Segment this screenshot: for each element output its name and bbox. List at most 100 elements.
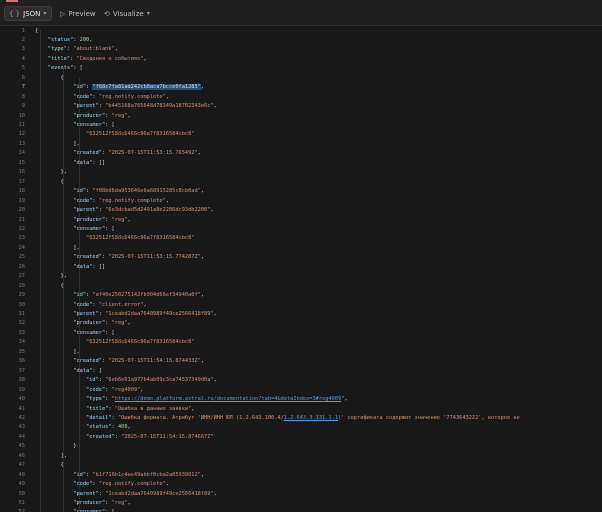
line-number: 27: [18, 273, 25, 280]
line-code: "created": "2025-07-15T11:53:15.765492",: [35, 149, 201, 159]
code-token: ],: [35, 244, 80, 251]
line-code: "id": "6eb6e61a977b4ab09c3ca74537349d0a"…: [35, 376, 217, 386]
code-line: 1{: [0, 27, 602, 37]
line-number: 49: [18, 481, 25, 488]
code-token: "Ошибка в данных заявки": [114, 405, 192, 412]
code-token: "parent": [73, 103, 99, 110]
code-line: 52 "consumer": [: [0, 508, 602, 512]
code-token: ,: [213, 490, 217, 497]
code-line: 44 "created": "2025-07-15T11:54:15.87466…: [0, 433, 602, 443]
line-number: 33: [18, 329, 25, 336]
code-token: : [: [105, 329, 115, 336]
code-token: "2025-07-15T11:54:15.874433Z": [108, 358, 201, 365]
code-line: 5 "events": [: [0, 64, 602, 74]
line-number: 4: [21, 55, 25, 62]
code-line: 19 "code": "reg.notify.complete",: [0, 197, 602, 207]
code-line: 37 "data": [: [0, 367, 602, 377]
code-line: 33 "consumer": [: [0, 329, 602, 339]
line-number: 43: [18, 424, 25, 431]
line-number: 46: [18, 452, 25, 459]
code-line: 8 "code": "reg.notify.complete",: [0, 93, 602, 103]
code-token: : [: [73, 65, 83, 72]
code-token: "632512f58dc6466c96a7f8316584cbc8": [86, 339, 195, 346]
code-line: 48 "id": "b1f716b1c4ae49abbf0cba2a059390…: [0, 471, 602, 481]
line-code: "data": [: [35, 367, 102, 377]
code-line: 11 "consumer": [: [0, 121, 602, 131]
line-code: },: [35, 168, 67, 178]
line-number: 35: [18, 348, 25, 355]
code-line: 32 "producer": "reg",: [0, 319, 602, 329]
json-code-editor[interactable]: 1{2 "status": 200, 3 "type": "about:blank…: [0, 26, 602, 512]
code-line: 22 "consumer": [: [0, 225, 602, 235]
code-token: : []: [92, 263, 106, 270]
code-token[interactable]: https://demo.platform.astral.ru/document…: [115, 396, 341, 402]
line-number: 19: [18, 197, 25, 204]
code-token: "b1f716b1c4ae49abbf0cba2a05939012": [92, 471, 201, 478]
code-line: 38 "id": "6eb6e61a977b4ab09c3ca74537349d…: [0, 376, 602, 386]
line-code: "id": "f08bd6da953646e6a68915285c8cb0ad"…: [35, 187, 204, 197]
line-number: 9: [21, 103, 25, 110]
line-code: "id": "b1f716b1c4ae49abbf0cba2a05939012"…: [35, 471, 204, 481]
line-code: "code": "reg.notify.complete",: [35, 480, 169, 490]
code-token: "reg": [111, 320, 128, 327]
code-token: "reg": [111, 216, 128, 223]
code-line: 18 "id": "f08bd6da953646e6a68915285c8cb0…: [0, 187, 602, 197]
code-token: "af40e250275142fb904d66ef34940a0f": [92, 292, 201, 299]
code-token: "f68c7fa81ad242cb8aca7bcce0fa1285": [92, 84, 201, 91]
json-view-dropdown[interactable]: { } JSON ▾: [4, 6, 52, 21]
line-code: "consumer": [: [35, 508, 114, 512]
line-code: "created": "2025-07-15T11:54:15.874667Z": [35, 433, 214, 443]
code-token: "status": [47, 36, 74, 43]
code-token: "detail": [86, 414, 112, 421]
code-token: "6e3dcbad5d2491a8e2206dc93db2200": [105, 207, 211, 214]
code-token: "data": [73, 263, 93, 270]
code-token: ,: [127, 320, 131, 327]
line-number: 13: [18, 140, 25, 147]
code-token: "consumer": [73, 225, 106, 232]
line-number: 8: [21, 93, 25, 100]
line-number: 18: [18, 188, 25, 195]
code-token: "id": [73, 188, 87, 195]
visualize-tab[interactable]: ⟲ Visualize ▾: [102, 6, 160, 21]
line-number: 52: [1, 508, 25, 512]
code-token: {: [35, 282, 64, 289]
visualize-label: Visualize: [112, 9, 144, 18]
line-number: 37: [18, 367, 25, 374]
line-code: {: [35, 27, 38, 37]
code-token: "id": [73, 471, 87, 478]
code-line: 13 ],: [0, 140, 602, 150]
line-number: 39: [18, 386, 25, 393]
code-token: ,: [127, 216, 131, 223]
code-token: "consumer": [73, 329, 106, 336]
code-token: "events": [47, 65, 74, 72]
code-token[interactable]: 1.2.643.3.131.1.1: [284, 415, 338, 421]
line-number: 23: [18, 235, 25, 242]
line-number: 2: [21, 36, 25, 43]
line-number: 29: [18, 292, 25, 299]
line-code: "code": "reg.notify.complete",: [35, 93, 169, 103]
line-code: "producer": "reg",: [35, 112, 130, 122]
code-token: "producer": [73, 216, 106, 223]
line-number: 30: [18, 301, 25, 308]
code-token: "data": [73, 367, 93, 374]
code-line: 14 "created": "2025-07-15T11:53:15.76549…: [0, 149, 602, 159]
preview-tab[interactable]: ▷ Preview: [58, 6, 98, 21]
code-token: {: [35, 27, 39, 34]
line-number: 32: [18, 320, 25, 327]
code-token: "Сведения о событиях": [76, 55, 144, 62]
line-code: "632512f58dc6466c96a7f8316584cbc8": [35, 130, 194, 140]
line-number: 44: [18, 433, 25, 440]
